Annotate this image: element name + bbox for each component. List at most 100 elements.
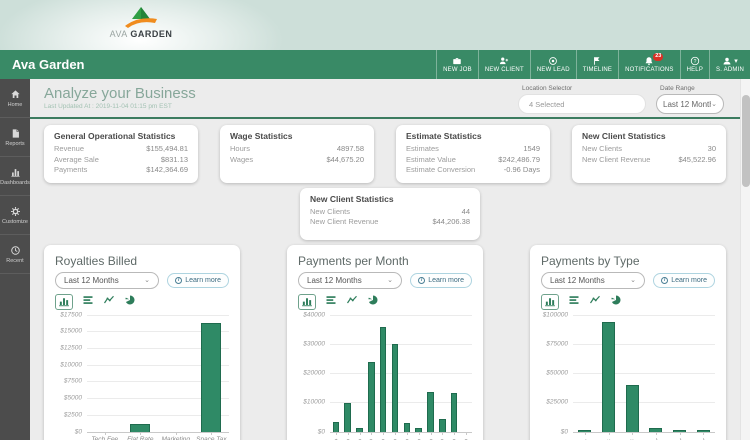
- nav-label: NEW CLIENT: [484, 67, 524, 73]
- line-chart-icon[interactable]: [103, 293, 115, 311]
- bar-chart-icon: [10, 168, 20, 177]
- bar-October, 2019: [450, 392, 458, 432]
- new-lead-button[interactable]: NEW LEAD: [529, 50, 576, 79]
- stat-value: 30: [707, 144, 716, 153]
- chart-range-select[interactable]: Last 12 Months ⌄: [541, 271, 645, 289]
- wage-statistics-card: Wage Statistics Hours 4897.58 Wages $44,67…: [220, 125, 374, 183]
- card-title: New Client Statistics: [310, 193, 394, 204]
- title-bar: Ava Garden NEW JOB NEW CLIENT NEW LEAD T…: [0, 50, 750, 79]
- bar-Space Tax: [201, 322, 221, 432]
- bar-chart-icon[interactable]: [298, 293, 316, 310]
- stat-label: New Clients: [310, 206, 351, 216]
- learn-more-label: Learn more: [185, 276, 221, 284]
- sidebar-item-reports[interactable]: Reports: [0, 118, 30, 157]
- ava-garden-logo: AVA GARDEN: [106, 6, 176, 39]
- bar-Check: [625, 384, 639, 432]
- y-tick-label: $10000: [60, 361, 82, 369]
- plot-area: [87, 314, 229, 435]
- target-icon: [548, 56, 558, 66]
- admin-user-menu[interactable]: ▾ S. ADMIN: [709, 50, 750, 79]
- y-tick-label: $0: [74, 428, 82, 435]
- nav-label: TIMELINE: [582, 67, 613, 73]
- bar-Flat Rate: [130, 423, 150, 432]
- sidebar-item-recent[interactable]: Recent: [0, 235, 30, 274]
- x-axis-labels: Tech Fee Flat Rate Marketing Space Tax: [87, 433, 229, 440]
- bar-January, 2019: [344, 402, 351, 432]
- bar-August, 2019: [427, 391, 434, 432]
- sidebar-item-customize[interactable]: Customize: [0, 196, 30, 235]
- sidebar-item-label: Reports: [5, 140, 25, 147]
- stat-value: 4897.58: [336, 144, 364, 153]
- flag-icon: [592, 56, 602, 66]
- pie-chart-icon[interactable]: [124, 293, 136, 311]
- date-range-value: Last 12 Months: [663, 99, 711, 109]
- stat-value: $831.13: [160, 154, 188, 164]
- chevron-down-icon: ⌄: [387, 277, 393, 284]
- estimate-statistics-card: Estimate Statistics Estimates 1549 Estima…: [396, 125, 550, 183]
- nav-label: NEW LEAD: [536, 67, 570, 73]
- notifications-button[interactable]: 23 NOTIFICATIONS: [618, 50, 680, 79]
- chart-title: Royalties Billed: [55, 253, 138, 268]
- horizontal-bar-chart-icon[interactable]: [568, 293, 580, 311]
- y-tick-label: $10000: [303, 398, 325, 406]
- app-title: Ava Garden: [12, 57, 85, 72]
- gridline: [573, 314, 715, 316]
- logo-triangle-icon: [125, 7, 157, 28]
- bar-chart-icon[interactable]: [55, 293, 73, 310]
- date-range-select[interactable]: Last 12 Months ⌄: [656, 94, 724, 114]
- horizontal-bar-chart-icon[interactable]: [82, 293, 94, 311]
- x-axis-labels: BarterCashCheckCredit CardDebit CardMast…: [571, 433, 715, 440]
- page-title: Analyze your Business: [44, 85, 196, 102]
- y-tick-label: $100000: [542, 311, 568, 318]
- bar-September, 2019: [439, 418, 446, 432]
- y-tick-label: $17500: [60, 311, 82, 318]
- gear-icon: [10, 206, 20, 216]
- sidebar-item-label: Dashboards: [0, 179, 30, 186]
- chart-type-switcher: [541, 293, 715, 311]
- stat-value: $44,206.38: [432, 217, 470, 226]
- help-button[interactable]: ? HELP: [679, 50, 709, 79]
- line-chart-icon[interactable]: [589, 293, 601, 311]
- learn-more-button[interactable]: i Learn more: [410, 272, 472, 288]
- stat-value: $45,522.96: [678, 154, 716, 164]
- y-tick-label: $5000: [63, 394, 82, 402]
- logo-text-ava: AVA: [109, 29, 128, 39]
- nav-label: NOTIFICATIONS: [625, 67, 674, 73]
- gridline: [330, 373, 472, 374]
- bar-March, 2019: [368, 361, 375, 432]
- chart-range-select[interactable]: Last 12 Months ⌄: [55, 271, 159, 289]
- timeline-button[interactable]: TIMELINE: [575, 50, 618, 79]
- new-client-button[interactable]: NEW CLIENT: [477, 50, 530, 79]
- gridline: [573, 402, 715, 404]
- last-updated-text: Last Updated At : 2019-11-04 01:15 pm ES…: [44, 103, 172, 110]
- info-icon: i: [661, 276, 669, 284]
- line-chart-icon[interactable]: [346, 293, 358, 311]
- pie-chart-icon[interactable]: [367, 293, 379, 311]
- chart-range-select[interactable]: Last 12 Months ⌄: [298, 271, 402, 289]
- person-add-icon: [499, 56, 509, 66]
- plot-area: [573, 314, 715, 435]
- card-title: General Operational Statistics: [54, 131, 176, 141]
- sidebar-item-dashboards[interactable]: Dashboards: [0, 157, 30, 196]
- vertical-scrollbar[interactable]: [740, 79, 750, 440]
- stat-label: Hours: [230, 144, 251, 153]
- top-nav: NEW JOB NEW CLIENT NEW LEAD TIMELINE 23: [436, 50, 750, 79]
- card-title: New Client Statistics: [582, 131, 666, 141]
- gridline: [573, 343, 715, 345]
- horizontal-bar-chart-icon[interactable]: [325, 293, 337, 311]
- y-tick-label: $75000: [546, 340, 568, 348]
- bar-chart-icon[interactable]: [541, 293, 559, 310]
- location-selector-input[interactable]: [518, 94, 646, 114]
- chart-title: Payments by Type: [541, 253, 640, 268]
- bar-May, 2019: [391, 343, 399, 432]
- learn-more-button[interactable]: i Learn more: [653, 272, 715, 288]
- pie-chart-icon[interactable]: [610, 293, 622, 311]
- center-stats-row: New Client Statistics New Clients 44 New …: [30, 187, 750, 240]
- sidebar-item-home[interactable]: Home: [0, 79, 30, 118]
- learn-more-button[interactable]: i Learn more: [167, 272, 229, 288]
- new-job-button[interactable]: NEW JOB: [436, 50, 478, 79]
- payments-per-month-panel: Payments per Month Last 12 Months ⌄ i Le…: [287, 244, 483, 440]
- scrollbar-thumb[interactable]: [742, 95, 750, 187]
- stat-label: Revenue: [54, 144, 85, 153]
- range-value: Last 12 Months: [64, 275, 119, 285]
